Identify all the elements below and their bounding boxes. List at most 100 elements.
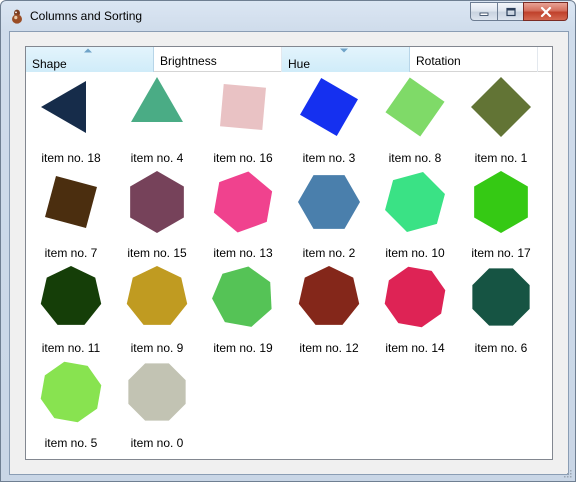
list-item[interactable]: item no. 7 bbox=[28, 170, 114, 262]
item-shape bbox=[472, 268, 530, 326]
heptagon-icon bbox=[40, 266, 102, 325]
octagon-icon bbox=[384, 266, 446, 328]
list-item[interactable]: item no. 19 bbox=[200, 265, 286, 357]
hexagon-icon bbox=[385, 172, 445, 232]
item-shape bbox=[474, 171, 528, 233]
item-shape bbox=[385, 172, 445, 232]
minimize-button[interactable] bbox=[470, 2, 497, 21]
item-label: item no. 11 bbox=[41, 341, 101, 355]
sort-descending-icon bbox=[340, 48, 348, 53]
list-item[interactable]: item no. 11 bbox=[28, 265, 114, 357]
item-shape bbox=[128, 363, 186, 421]
item-shape bbox=[471, 77, 531, 137]
item-shape bbox=[40, 266, 102, 325]
item-label: item no. 2 bbox=[302, 246, 356, 260]
list-item[interactable]: item no. 14 bbox=[372, 265, 458, 357]
item-shape bbox=[40, 361, 102, 423]
column-header-label: Rotation bbox=[416, 54, 461, 68]
list-item[interactable]: item no. 15 bbox=[114, 170, 200, 262]
item-shape bbox=[220, 84, 266, 130]
list-item[interactable]: item no. 0 bbox=[114, 360, 200, 452]
item-label: item no. 18 bbox=[41, 151, 101, 165]
triangle-icon bbox=[131, 77, 183, 122]
octagon-icon bbox=[128, 363, 186, 421]
column-header-label: Hue bbox=[288, 57, 311, 71]
caption-buttons bbox=[470, 2, 568, 21]
list-item[interactable]: item no. 2 bbox=[286, 170, 372, 262]
hexagon-icon bbox=[298, 175, 360, 229]
item-label: item no. 3 bbox=[302, 151, 356, 165]
item-shape bbox=[45, 176, 97, 228]
item-shape bbox=[130, 171, 184, 233]
list-item[interactable]: item no. 17 bbox=[458, 170, 544, 262]
triangle-icon bbox=[41, 81, 86, 133]
hexagon-icon bbox=[130, 171, 184, 233]
list-item[interactable]: item no. 4 bbox=[114, 75, 200, 167]
app-icon[interactable] bbox=[10, 8, 24, 24]
item-shape bbox=[298, 266, 360, 325]
item-shape bbox=[385, 77, 445, 137]
square-icon bbox=[385, 77, 445, 137]
list-item[interactable]: item no. 8 bbox=[372, 75, 458, 167]
close-icon bbox=[540, 6, 551, 17]
heptagon-icon bbox=[126, 266, 188, 325]
list-item[interactable]: item no. 18 bbox=[28, 75, 114, 167]
heptagon-icon bbox=[212, 266, 272, 327]
item-shape bbox=[213, 171, 273, 233]
list-item[interactable]: item no. 1 bbox=[458, 75, 544, 167]
item-label: item no. 15 bbox=[127, 246, 187, 260]
list-item[interactable]: item no. 12 bbox=[286, 265, 372, 357]
list-item[interactable]: item no. 9 bbox=[114, 265, 200, 357]
maximize-button[interactable] bbox=[497, 2, 523, 21]
item-shape bbox=[131, 77, 183, 122]
item-shape bbox=[384, 266, 446, 328]
item-shape bbox=[298, 175, 360, 229]
object-list-view[interactable]: Shape Brightness Hue Rotation item no. 1… bbox=[25, 46, 553, 460]
column-header-shape[interactable]: Shape bbox=[26, 47, 154, 72]
column-header-filler bbox=[538, 47, 552, 72]
list-item[interactable]: item no. 3 bbox=[286, 75, 372, 167]
item-label: item no. 13 bbox=[213, 246, 273, 260]
window-title: Columns and Sorting bbox=[30, 9, 143, 23]
minimize-icon bbox=[479, 12, 489, 16]
list-item[interactable]: item no. 6 bbox=[458, 265, 544, 357]
list-item[interactable]: item no. 16 bbox=[200, 75, 286, 167]
resize-grip-icon[interactable] bbox=[562, 468, 572, 478]
close-button[interactable] bbox=[523, 2, 568, 21]
sort-ascending-icon bbox=[84, 48, 92, 53]
item-label: item no. 14 bbox=[385, 341, 445, 355]
main-window: Columns and Sorting Shape Brightness Hue… bbox=[0, 0, 576, 482]
item-shape bbox=[126, 266, 188, 325]
list-item[interactable]: item no. 5 bbox=[28, 360, 114, 452]
item-label: item no. 7 bbox=[44, 246, 98, 260]
column-header-hue[interactable]: Hue bbox=[282, 47, 410, 72]
hexagon-icon bbox=[213, 171, 273, 233]
item-label: item no. 8 bbox=[388, 151, 442, 165]
item-label: item no. 17 bbox=[471, 246, 531, 260]
column-header-brightness[interactable]: Brightness bbox=[154, 47, 282, 72]
item-label: item no. 12 bbox=[299, 341, 359, 355]
item-label: item no. 9 bbox=[130, 341, 184, 355]
column-header-label: Shape bbox=[32, 57, 67, 71]
square-icon bbox=[220, 84, 266, 130]
column-header-rotation[interactable]: Rotation bbox=[410, 47, 538, 72]
heptagon-icon bbox=[298, 266, 360, 325]
octagon-icon bbox=[472, 268, 530, 326]
item-shape bbox=[300, 78, 358, 136]
column-header-row: Shape Brightness Hue Rotation bbox=[26, 47, 552, 72]
title-bar[interactable]: Columns and Sorting bbox=[1, 1, 575, 31]
item-label: item no. 4 bbox=[130, 151, 184, 165]
square-icon bbox=[45, 176, 97, 228]
item-shape bbox=[41, 81, 86, 133]
square-icon bbox=[471, 77, 531, 137]
item-label: item no. 6 bbox=[474, 341, 528, 355]
item-shape bbox=[212, 266, 272, 327]
item-label: item no. 1 bbox=[474, 151, 528, 165]
item-label: item no. 19 bbox=[213, 341, 273, 355]
item-label: item no. 16 bbox=[213, 151, 273, 165]
list-item[interactable]: item no. 13 bbox=[200, 170, 286, 262]
item-label: item no. 0 bbox=[130, 436, 184, 450]
item-label: item no. 5 bbox=[44, 436, 98, 450]
list-item[interactable]: item no. 10 bbox=[372, 170, 458, 262]
octagon-icon bbox=[40, 361, 102, 423]
